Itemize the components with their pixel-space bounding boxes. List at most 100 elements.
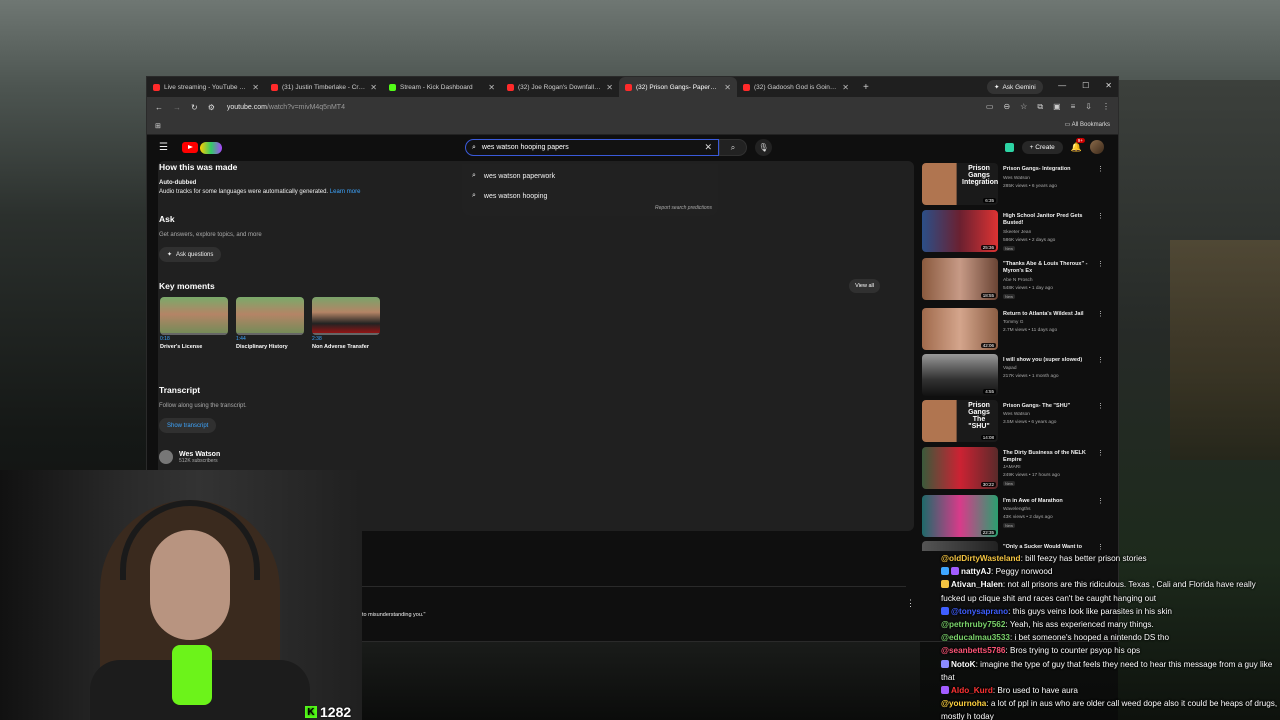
notifications-button[interactable]: 🔔 9+ bbox=[1071, 137, 1085, 153]
close-tab-icon[interactable]: ✕ bbox=[842, 83, 849, 92]
close-tab-icon[interactable]: ✕ bbox=[606, 83, 613, 92]
kick-logo-icon: K bbox=[305, 706, 317, 718]
recommended-video[interactable]: 4:55 I will show you (super slowed) Vapa… bbox=[922, 352, 1110, 396]
search-suggestions-dropdown: ⌕ wes watson paperwork ⌕ wes watson hoop… bbox=[462, 164, 718, 216]
video-channel: Skeeter Jean bbox=[1003, 230, 1032, 235]
close-tab-icon[interactable]: ✕ bbox=[488, 83, 495, 92]
video-more-icon[interactable]: ⋮ bbox=[1097, 356, 1104, 364]
bookmark-star-icon[interactable]: ☆ bbox=[1020, 102, 1027, 112]
notification-count-badge: 9+ bbox=[1075, 137, 1085, 143]
minimize-icon[interactable]: — bbox=[1058, 81, 1066, 90]
video-more-icon[interactable]: ⋮ bbox=[1097, 497, 1104, 505]
hamburger-menu-icon[interactable]: ☰ bbox=[159, 142, 168, 153]
recommended-video[interactable]: 25:36 High School Janitor Pred Gets Bust… bbox=[922, 208, 1110, 252]
video-more-icon[interactable]: ⋮ bbox=[1097, 310, 1104, 318]
search-suggestion[interactable]: ⌕ wes watson paperwork bbox=[462, 166, 718, 186]
tab-kick-dashboard[interactable]: Stream - Kick Dashboard ✕ bbox=[383, 77, 501, 97]
channel-name[interactable]: Wes Watson bbox=[179, 451, 220, 458]
new-tab-icon[interactable]: + bbox=[855, 82, 877, 93]
report-predictions-link[interactable]: Report search predictions bbox=[655, 205, 712, 211]
search-button[interactable]: ⌕ bbox=[719, 139, 747, 156]
tab-gadoosh[interactable]: (32) Gadoosh God is Going to ✕ bbox=[737, 77, 855, 97]
close-window-icon[interactable]: ✕ bbox=[1105, 81, 1112, 90]
close-tab-icon[interactable]: ✕ bbox=[252, 83, 259, 92]
install-icon[interactable]: ▭ bbox=[986, 102, 994, 112]
video-more-icon[interactable]: ⋮ bbox=[1097, 212, 1104, 220]
menu-kebab-icon[interactable]: ⋮ bbox=[1102, 102, 1110, 112]
channel-avatar[interactable] bbox=[159, 450, 173, 464]
recommended-video[interactable]: 30:22 The Dirty Business of the NELK Emp… bbox=[922, 445, 1110, 489]
progress-bar bbox=[312, 333, 380, 335]
apps-grid-icon[interactable]: ⊞ bbox=[155, 122, 161, 130]
youtube-doodle-logo[interactable] bbox=[199, 141, 222, 154]
key-moment-card[interactable]: 2:38 Non Adverse Transfer bbox=[312, 297, 380, 350]
recommended-video[interactable]: Prison Gangs Integration 6:35 Prison Gang… bbox=[922, 161, 1110, 205]
key-moment-time: 1:44 bbox=[236, 336, 246, 342]
stream-chat-overlay: @oldDirtyWasteland: bill feezy has bette… bbox=[941, 552, 1280, 720]
video-more-icon[interactable]: ⋮ bbox=[1097, 543, 1104, 551]
chat-username: nattyAJ bbox=[961, 567, 992, 577]
ask-questions-button[interactable]: ✦ Ask questions bbox=[159, 247, 222, 262]
comment-more-icon[interactable]: ⋮ bbox=[906, 598, 915, 609]
recommended-video[interactable]: Prison Gangs The "SHU" 14:08 Prison Gangs… bbox=[922, 398, 1110, 442]
video-more-icon[interactable]: ⋮ bbox=[1097, 165, 1104, 173]
recommended-video[interactable]: 42:06 Return to Atlanta's Wildest Jail T… bbox=[922, 306, 1110, 350]
recommendations-sidebar: Prison Gangs Integration 6:35 Prison Gang… bbox=[922, 161, 1112, 551]
video-more-icon[interactable]: ⋮ bbox=[1097, 402, 1104, 410]
auto-dubbed-text: Audio tracks for some languages were aut… bbox=[159, 189, 360, 195]
back-icon[interactable]: ← bbox=[155, 103, 163, 112]
search-icon: ⌕ bbox=[730, 142, 736, 152]
video-title: "Thanks Abe & Louis Theroux" - Myron's E… bbox=[1003, 261, 1088, 274]
show-transcript-button[interactable]: Show transcript bbox=[159, 418, 217, 433]
chat-text: i bet someone's hooped a nintendo DS tho bbox=[1014, 633, 1170, 643]
new-badge: New bbox=[1003, 294, 1016, 299]
create-button[interactable]: + Create bbox=[1021, 140, 1063, 154]
user-avatar[interactable] bbox=[1090, 140, 1104, 154]
voice-search-button[interactable]: 🎙 bbox=[755, 139, 772, 156]
extension-icon[interactable] bbox=[1004, 142, 1014, 152]
url-field[interactable]: youtube.com/watch?v=mivM4q5nMT4 bbox=[227, 104, 345, 111]
video-more-icon[interactable]: ⋮ bbox=[1097, 260, 1104, 268]
search-suggestion[interactable]: ⌕ wes watson hooping bbox=[462, 186, 718, 206]
view-all-button[interactable]: View all bbox=[849, 279, 880, 293]
media-icon[interactable]: ≡ bbox=[1071, 102, 1076, 112]
youtube-logo-icon[interactable] bbox=[181, 142, 198, 153]
clear-search-icon[interactable]: ✕ bbox=[704, 142, 712, 153]
recommended-video[interactable]: "Only a Sucker Would Want to ⋮ bbox=[922, 539, 1110, 551]
zoom-icon[interactable]: ⊖ bbox=[1003, 102, 1010, 112]
channel-subscribers: 512K subscribers bbox=[179, 457, 218, 464]
extensions-icon[interactable]: ⧉ bbox=[1037, 102, 1043, 112]
download-icon[interactable]: ⇩ bbox=[1085, 102, 1092, 112]
chat-username: @seanbetts5786 bbox=[941, 646, 1006, 656]
sidebar-icon[interactable]: ▣ bbox=[1053, 102, 1061, 112]
key-moment-card[interactable]: 0:18 Driver's License bbox=[160, 297, 228, 350]
ask-gemini-button[interactable]: ✦ Ask Gemini bbox=[987, 80, 1043, 94]
transcript-heading: Transcript bbox=[159, 385, 201, 395]
tab-justin-timberlake[interactable]: (31) Justin Timberlake - Cry Me ✕ bbox=[265, 77, 383, 97]
video-more-icon[interactable]: ⋮ bbox=[1097, 449, 1104, 457]
video-duration: 18:55 bbox=[980, 293, 996, 298]
key-moment-card[interactable]: 1:44 Disciplinary History bbox=[236, 297, 304, 350]
close-tab-icon[interactable]: ✕ bbox=[724, 83, 731, 92]
recommended-video[interactable]: 22:35 I'm in Awe of Marathon Wavelengths… bbox=[922, 493, 1110, 537]
channel-row[interactable]: Wes Watson 512K subscribers bbox=[159, 450, 220, 464]
video-channel: Wavelengths bbox=[1003, 507, 1031, 512]
forward-icon[interactable]: → bbox=[173, 103, 181, 112]
all-bookmarks-button[interactable]: ▭ All Bookmarks bbox=[1065, 121, 1110, 128]
tab-label: Live streaming - YouTube Studio bbox=[164, 83, 249, 91]
reload-icon[interactable]: ↻ bbox=[191, 103, 198, 112]
tab-joe-rogan[interactable]: (32) Joe Rogan's Downfall Is Ha ✕ bbox=[501, 77, 619, 97]
video-meta: 586K views • 2 days ago bbox=[1003, 238, 1056, 243]
recommended-video[interactable]: 18:55 "Thanks Abe & Louis Theroux" - Myr… bbox=[922, 256, 1110, 300]
maximize-icon[interactable]: ☐ bbox=[1082, 81, 1089, 90]
learn-more-link[interactable]: Learn more bbox=[330, 189, 361, 195]
tab-prison-gangs-active[interactable]: (32) Prison Gangs- Paperwork ✕ bbox=[619, 77, 737, 97]
site-info-icon[interactable]: ⚙ bbox=[208, 103, 215, 112]
chat-text: Bro used to have aura bbox=[997, 686, 1078, 696]
chat-message: @yournoha: a lot of ppl in aus who are o… bbox=[941, 699, 1278, 720]
close-tab-icon[interactable]: ✕ bbox=[370, 83, 377, 92]
search-input[interactable]: ⌕ wes watson hooping papers ✕ bbox=[465, 139, 719, 156]
microphone-foam bbox=[172, 645, 212, 705]
video-duration: 30:22 bbox=[980, 482, 996, 487]
tab-youtube-studio[interactable]: Live streaming - YouTube Studio ✕ bbox=[147, 77, 265, 97]
